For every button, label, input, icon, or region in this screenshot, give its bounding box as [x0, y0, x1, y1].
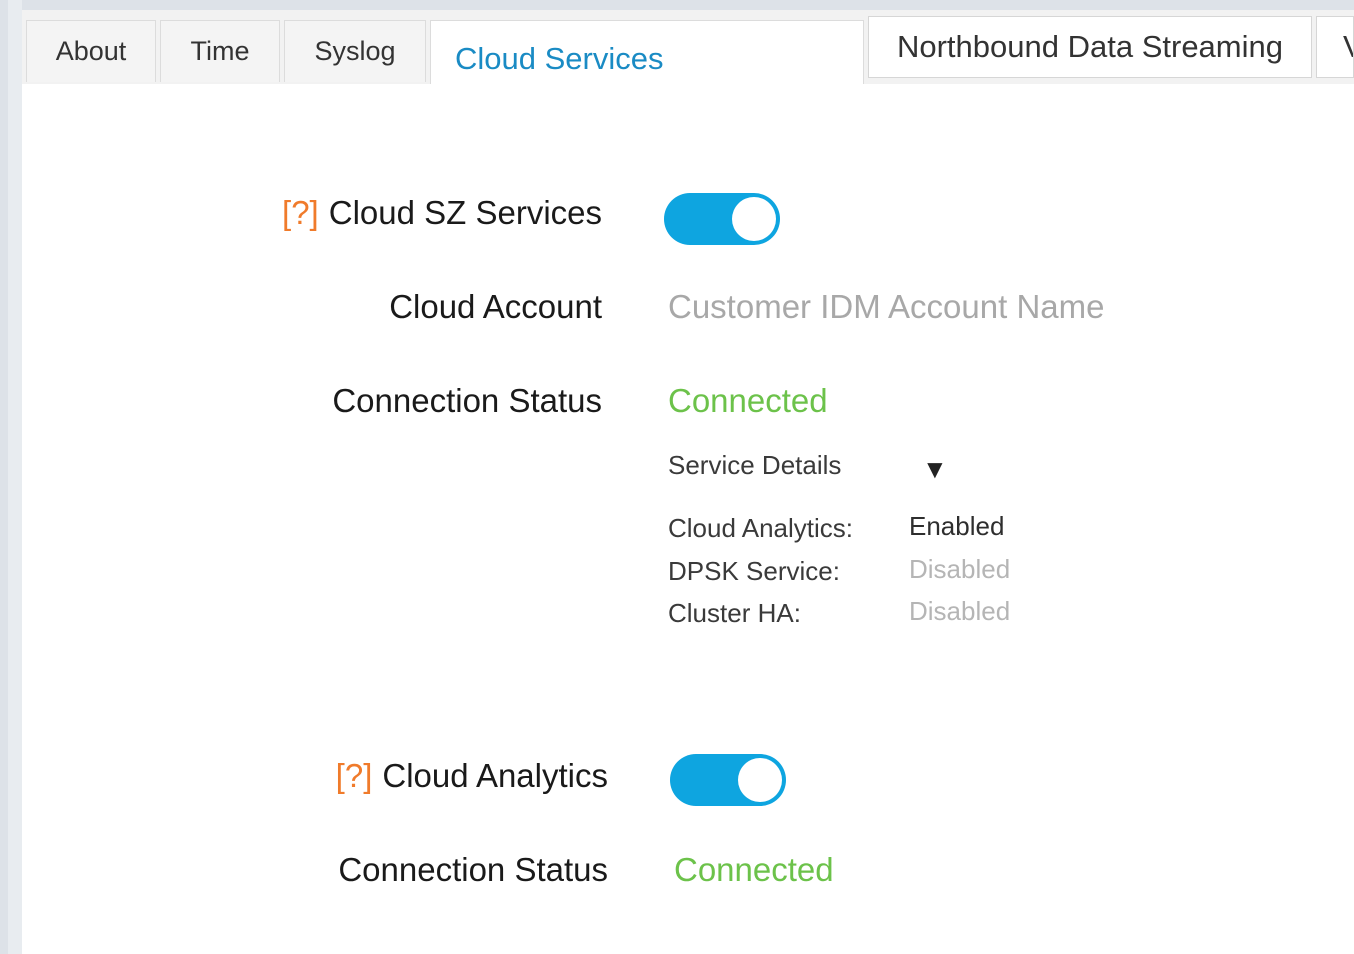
- service-details-label: Service Details: [668, 450, 842, 480]
- cloud-sz-services-label: [?] Cloud SZ Services: [282, 194, 602, 232]
- cloud-sz-services-text: Cloud SZ Services: [328, 194, 602, 231]
- connection-status-value: Connected: [668, 382, 828, 419]
- connection-status-label: Connection Status: [332, 382, 602, 419]
- tab-cloud-services[interactable]: Cloud Services: [430, 20, 864, 86]
- toggle-knob: [738, 758, 782, 802]
- analytics-connection-status-label: Connection Status: [338, 851, 608, 888]
- dpsk-service-detail-value: Disabled: [909, 554, 1011, 584]
- cloud-analytics-detail-value: Enabled: [909, 511, 1005, 541]
- service-details-toggle-icon[interactable]: ▼: [922, 454, 948, 485]
- cloud-account-label: Cloud Account: [389, 288, 602, 325]
- cloud-sz-help-link[interactable]: [?]: [282, 194, 319, 231]
- tab-label: Northbound Data Streaming: [896, 29, 1283, 64]
- top-border: [0, 0, 1354, 10]
- tab-overflow[interactable]: V: [1316, 16, 1354, 78]
- toggle-knob: [732, 197, 776, 241]
- cloud-analytics-help-link[interactable]: [?]: [336, 757, 373, 794]
- left-border-inner: [8, 0, 22, 954]
- tab-time[interactable]: Time: [160, 20, 280, 82]
- cloud-sz-services-toggle[interactable]: [664, 193, 780, 245]
- tab-label: About: [55, 36, 127, 66]
- cloud-analytics-toggle[interactable]: [670, 754, 786, 806]
- tab-label: Cloud Services: [455, 40, 664, 76]
- dpsk-service-detail-name: DPSK Service:: [668, 556, 840, 586]
- tab-label: Syslog: [314, 36, 396, 66]
- cloud-analytics-detail-name: Cloud Analytics:: [668, 513, 853, 543]
- cluster-ha-detail-value: Disabled: [909, 596, 1011, 626]
- tab-northbound-data-streaming[interactable]: Northbound Data Streaming: [868, 16, 1312, 78]
- cloud-analytics-text: Cloud Analytics: [382, 757, 608, 794]
- tab-label: V: [1343, 29, 1353, 65]
- tab-about[interactable]: About: [26, 20, 156, 82]
- cluster-ha-detail-name: Cluster HA:: [668, 598, 801, 628]
- cloud-analytics-label: [?] Cloud Analytics: [336, 757, 608, 795]
- analytics-connection-status-value: Connected: [674, 851, 834, 888]
- cloud-account-input[interactable]: Customer IDM Account Name: [668, 288, 1104, 326]
- settings-window: About Time Syslog Cloud Services Northbo…: [0, 0, 1354, 954]
- tab-syslog[interactable]: Syslog: [284, 20, 426, 82]
- tab-label: Time: [190, 36, 250, 66]
